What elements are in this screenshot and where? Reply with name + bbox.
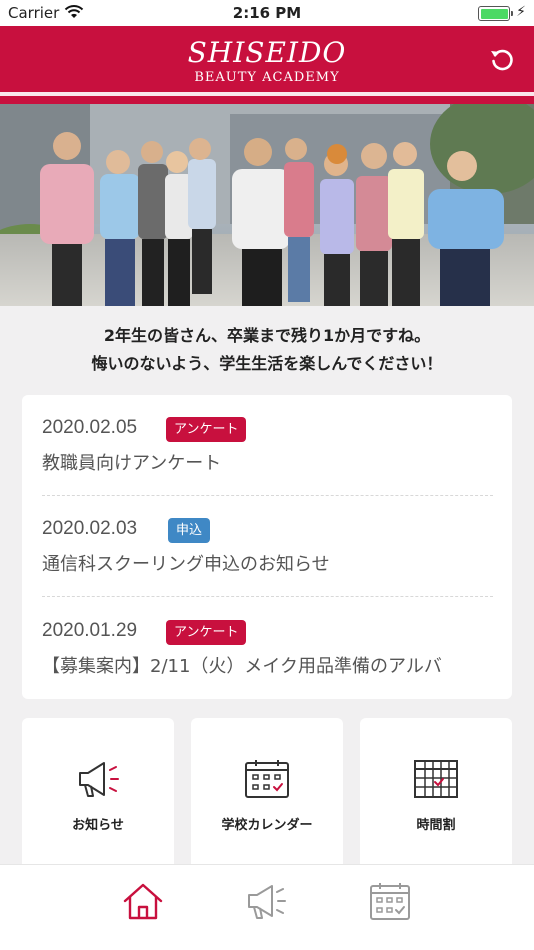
tile-calendar[interactable]: 学校カレンダー bbox=[191, 718, 343, 888]
hero-photo bbox=[0, 104, 534, 306]
message-line-1: 2年生の皆さん、卒業まで残り1か月ですね。 bbox=[103, 326, 431, 345]
divider bbox=[42, 596, 493, 597]
status-bar: Carrier 2:16 PM ⚡ bbox=[0, 0, 534, 26]
timetable-icon bbox=[414, 760, 458, 798]
calendar-icon[interactable] bbox=[368, 881, 412, 921]
clock: 2:16 PM bbox=[232, 4, 302, 22]
students-photo bbox=[0, 104, 534, 306]
home-icon[interactable] bbox=[121, 881, 165, 921]
news-item[interactable]: 2020.01.29 アンケート 【募集案内】2/11（火）メイク用品準備のアル… bbox=[42, 598, 493, 698]
news-title: 【募集案内】2/11（火）メイク用品準備のアルバ bbox=[42, 656, 442, 677]
message-line-2: 悔いのないよう、学生生活を楽しんでください！ bbox=[91, 354, 443, 373]
welcome-message: 2年生の皆さん、卒業まで残り1か月ですね。 悔いのないよう、学生生活を楽しんでく… bbox=[0, 322, 534, 378]
tile-label: 学校カレンダー bbox=[221, 818, 313, 833]
calendar-icon bbox=[245, 760, 289, 798]
logo-brand: SHISEIDO bbox=[187, 36, 347, 69]
header-stripe bbox=[0, 92, 534, 96]
megaphone-icon[interactable] bbox=[245, 881, 289, 921]
tile-notices[interactable]: お知らせ bbox=[22, 718, 174, 888]
tile-timetable[interactable]: 時間割 bbox=[360, 718, 512, 888]
tab-bar bbox=[0, 864, 534, 950]
news-tag: アンケート bbox=[166, 417, 247, 442]
news-title: 教職員向けアンケート bbox=[42, 453, 222, 474]
charging-icon: ⚡ bbox=[516, 4, 526, 20]
news-list: 2020.02.05 アンケート 教職員向けアンケート 2020.02.03 申… bbox=[22, 395, 512, 699]
logo: SHISEIDO BEAUTY ACADEMY bbox=[0, 36, 534, 86]
app-header: SHISEIDO BEAUTY ACADEMY bbox=[0, 26, 534, 104]
tile-label: お知らせ bbox=[72, 818, 124, 833]
news-tag: アンケート bbox=[166, 620, 247, 645]
battery-icon bbox=[478, 6, 513, 21]
news-date: 2020.02.03 bbox=[42, 518, 138, 539]
refresh-icon[interactable] bbox=[488, 46, 516, 74]
news-title: 通信科スクーリング申込のお知らせ bbox=[42, 554, 330, 575]
news-date: 2020.01.29 bbox=[42, 620, 138, 641]
news-date: 2020.02.05 bbox=[42, 417, 138, 438]
news-tag: 申込 bbox=[168, 518, 211, 543]
tile-label: 時間割 bbox=[416, 818, 456, 833]
news-item[interactable]: 2020.02.05 アンケート 教職員向けアンケート bbox=[42, 395, 493, 496]
logo-subtitle: BEAUTY ACADEMY bbox=[194, 70, 340, 85]
news-item[interactable]: 2020.02.03 申込 通信科スクーリング申込のお知らせ bbox=[42, 496, 493, 597]
megaphone-icon bbox=[79, 762, 119, 797]
